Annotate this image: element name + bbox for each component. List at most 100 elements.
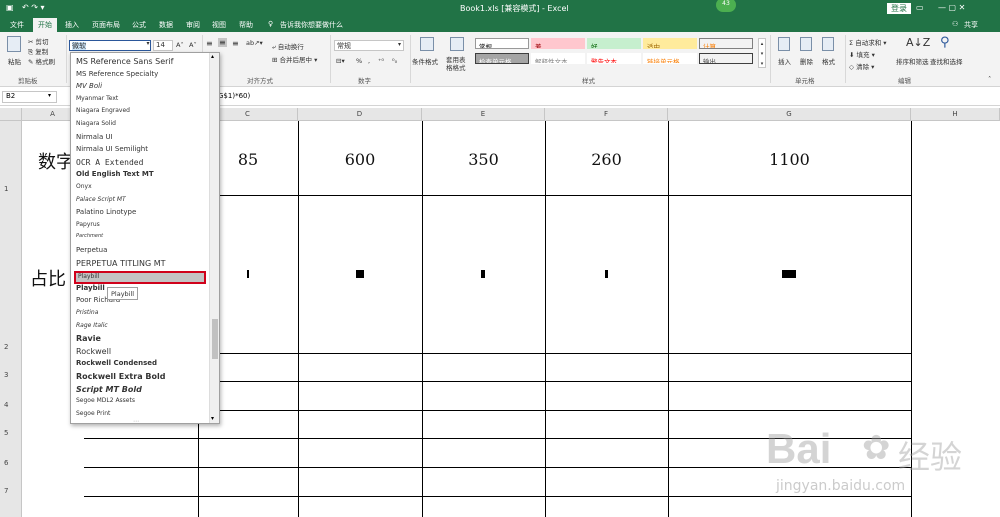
font-item[interactable]: Playbill [76,284,105,292]
font-item[interactable]: OCR A Extended [76,158,143,167]
scroll-up-icon[interactable]: ▴ [211,53,214,60]
cell-style-9[interactable]: 输出 [699,53,753,64]
cell-a2[interactable]: 占比 [30,265,66,291]
font-item[interactable]: Segoe MDL2 Assets [76,397,135,404]
font-item[interactable]: Rage Italic [76,322,108,329]
font-item[interactable]: Pristina [76,309,98,316]
column-header-e[interactable]: E [422,108,545,121]
font-item[interactable]: Niagara Engraved [76,107,130,114]
autosum-button[interactable]: Σ 自动求和 ▾ [849,37,887,47]
share-button[interactable]: 共享 [964,20,978,30]
fill-button[interactable]: ⬇ 填充 ▾ [849,49,875,59]
quick-access-toolbar[interactable]: ↶ ↷ ▾ [22,3,45,12]
font-item[interactable]: Palace Script MT [76,196,126,203]
cell-a1[interactable]: 数字 [38,148,74,174]
font-item[interactable]: MS Reference Sans Serif [76,57,173,66]
login-button[interactable]: 登录 [887,3,911,14]
tab-data[interactable]: 数据 [159,20,173,30]
row-header-5[interactable]: 5 [0,429,22,437]
resize-grip[interactable]: ⋯ [133,418,139,423]
cell-style-0[interactable]: 常规 [475,38,529,49]
save-icon[interactable]: ▣ [6,3,14,12]
delete-cells-icon[interactable] [800,37,812,51]
tab-view[interactable]: 视图 [212,20,226,30]
cell-f1[interactable]: 260 [545,150,668,169]
currency-icon[interactable]: ⊟▾ [336,57,345,65]
font-name-input[interactable]: 微软 [69,40,151,51]
tab-insert[interactable]: 插入 [65,20,79,30]
font-item[interactable]: Onyx [76,183,92,190]
cell-style-6[interactable]: 解释性文本 [531,53,585,64]
format-as-table-icon[interactable] [450,37,464,51]
format-as-table-button[interactable]: 套用表格格式 [446,56,470,72]
row-header-7[interactable]: 7 [0,487,22,495]
font-item[interactable]: Segoe Print [76,410,110,417]
delete-cells-button[interactable]: 删除 [800,56,813,66]
cell-d1[interactable]: 600 [298,150,422,169]
dropdown-scrollbar[interactable]: ▴ ▾ [209,53,219,423]
row-header-1[interactable]: 1 [0,185,22,193]
column-header-g[interactable]: G [668,108,911,121]
decrease-decimal-icon[interactable]: ⁰₀ [392,57,397,65]
cell-style-4[interactable]: 计算 [699,38,753,49]
font-item[interactable]: Parchment [76,233,103,239]
search-icon[interactable]: ⚲ [940,35,950,50]
select-all-corner[interactable] [0,108,22,121]
tab-formulas[interactable]: 公式 [132,20,146,30]
number-format-select[interactable]: 常规 ▾ [334,40,404,51]
ribbon-display-icon[interactable]: ▭ [916,3,924,12]
font-item[interactable]: Rockwell [76,347,111,356]
tab-help[interactable]: 帮助 [239,20,253,30]
cell-style-7[interactable]: 警告文本 [587,53,641,64]
paste-icon[interactable] [7,36,21,52]
font-item[interactable]: Nirmala UI [76,133,113,141]
font-item[interactable]: Nirmala UI Semilight [76,145,148,153]
tab-page-layout[interactable]: 页面布局 [92,20,120,30]
percent-button[interactable]: % [356,57,362,65]
row-header-4[interactable]: 4 [0,401,22,409]
font-item[interactable]: Palatino Linotype [76,208,136,216]
format-cells-icon[interactable] [822,37,834,51]
cell-g1[interactable]: 1100 [668,150,911,169]
font-item[interactable]: Perpetua [76,246,107,254]
chevron-down-icon[interactable]: ▾ [48,92,51,99]
font-item[interactable]: MS Reference Specialty [76,70,158,78]
font-name-dropdown-arrow[interactable]: ▾ [144,40,152,51]
conditional-format-button[interactable]: 条件格式 [412,56,438,66]
font-item[interactable]: Rockwell Extra Bold [76,372,165,381]
insert-cells-icon[interactable] [778,37,790,51]
update-badge[interactable]: 43 [716,0,736,12]
font-item[interactable]: Ravie [76,334,101,343]
cell-style-5[interactable]: 检查单元格 [475,53,529,64]
orientation-icon[interactable]: ab↗▾ [246,39,263,47]
column-header-d[interactable]: D [298,108,422,121]
cell-style-1[interactable]: 差 [531,38,585,49]
styles-gallery-scroll[interactable]: ▴ ▾ ▾ [758,38,766,68]
increase-decimal-icon[interactable]: ⁺⁰ [378,57,384,65]
shrink-font-button[interactable]: A˅ [189,41,197,49]
font-size-input[interactable]: 14 [153,40,173,51]
comma-button[interactable]: , [368,57,370,65]
cell-style-2[interactable]: 好 [587,38,641,49]
font-item[interactable]: Old English Text MT [76,170,154,178]
sort-filter-icon[interactable]: A↓Z [906,36,930,49]
align-bottom-icon[interactable]: ≡ [232,39,239,48]
tab-review[interactable]: 审阅 [186,20,200,30]
wrap-text-button[interactable]: ⤶ 自动换行 [272,41,304,52]
font-item[interactable]: Myanmar Text [76,95,118,102]
conditional-format-icon[interactable] [420,37,434,51]
find-select-button[interactable]: 查找和选择 [930,56,963,66]
font-item[interactable]: Playbill [74,271,206,285]
align-top-icon[interactable]: ≡ [206,39,213,48]
window-controls[interactable]: — ▢ ✕ [938,3,965,12]
collapse-ribbon-icon[interactable]: ˄ [988,75,991,83]
row-header-3[interactable]: 3 [0,371,22,379]
clear-button[interactable]: ◇ 清除 ▾ [849,61,874,71]
cell-style-8[interactable]: 链接单元格 [643,53,697,64]
format-cells-button[interactable]: 格式 [822,56,835,66]
tab-file[interactable]: 文件 [10,20,24,30]
sort-filter-button[interactable]: 排序和筛选 [896,56,929,66]
font-item[interactable]: MV Boli [76,82,102,90]
paste-button[interactable]: 粘贴 [8,56,21,66]
font-item[interactable]: Niagara Solid [76,120,116,127]
